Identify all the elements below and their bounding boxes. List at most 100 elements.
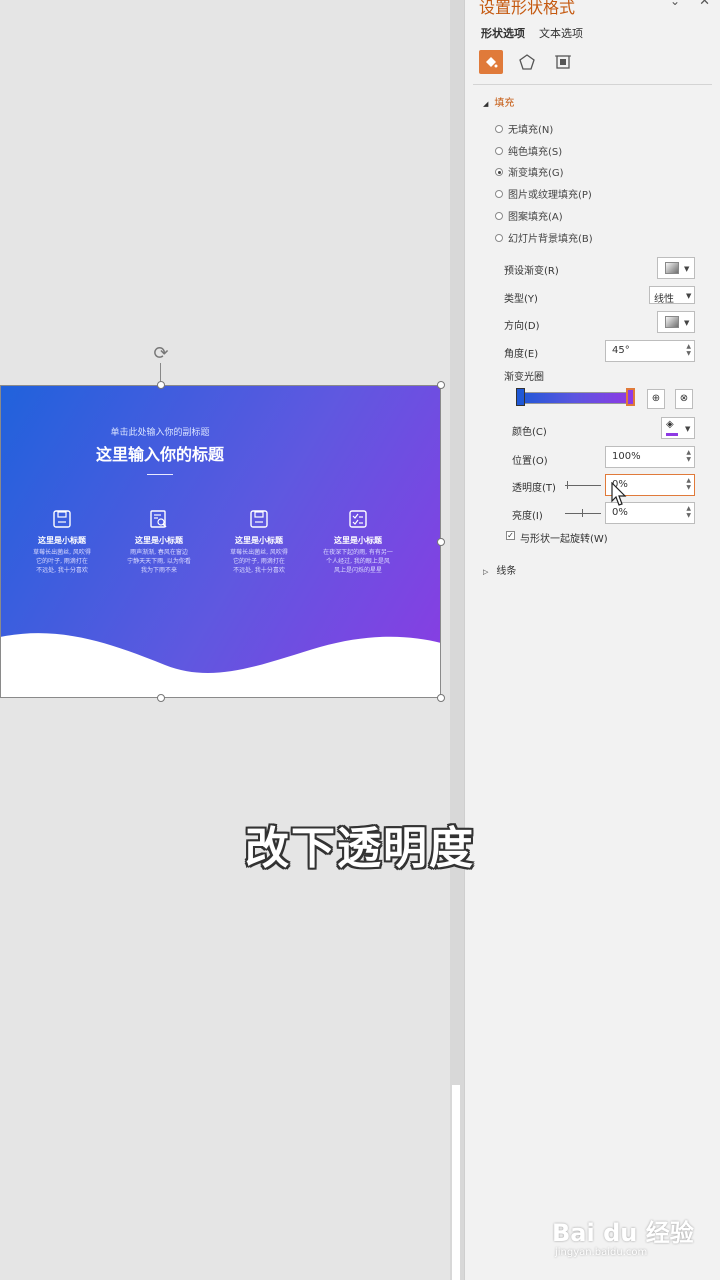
- rotate-with-shape-checkbox[interactable]: ✓: [506, 531, 515, 540]
- slide-shape[interactable]: 单击此处输入你的副标题 这里输入你的标题 这里是小标题 草莓长出菌丝, 风吹得 …: [0, 385, 441, 698]
- spinner-icon[interactable]: ▲ ▼: [686, 449, 691, 463]
- chevron-down-icon: ▼: [684, 319, 690, 327]
- feature-4: 这里是小标题 在夜深下起的雨, 有有另一 个人经过, 我的眼上是风 风上是闪烁的…: [312, 509, 404, 575]
- spinner-icon[interactable]: ▲ ▼: [686, 505, 691, 519]
- checklist-icon: [349, 510, 367, 528]
- fill-line-icon[interactable]: [479, 50, 503, 74]
- rotate-icon[interactable]: ⟳: [151, 344, 171, 364]
- radio-circle[interactable]: [495, 233, 503, 242]
- angle-value: 45°: [612, 345, 630, 356]
- wave-shape: [0, 633, 441, 698]
- radio-label: 纯色填充(S): [508, 147, 563, 158]
- close-icon[interactable]: ✕: [699, 0, 710, 9]
- fill-section-header[interactable]: ◢ 填充: [483, 94, 514, 109]
- gradient-stops-label: 渐变光圈: [504, 372, 544, 383]
- type-value: 线性: [654, 294, 674, 305]
- feature-desc: 草莓长出菌丝, 风吹得 它的叶子, 雨滴打在 不远处, 我十分喜欢: [230, 549, 288, 574]
- spinner-icon[interactable]: ▲ ▼: [686, 343, 691, 357]
- radio-label: 幻灯片背景填充(B): [508, 234, 593, 245]
- mouse-cursor-icon: [611, 482, 627, 506]
- radio-label: 图片或纹理填充(P): [508, 190, 592, 201]
- color-picker-dropdown[interactable]: ◈ ▼: [661, 417, 695, 439]
- resize-handle-right[interactable]: [437, 538, 445, 546]
- rotate-with-shape-label: 与形状一起旋转(W): [520, 534, 608, 545]
- collapse-icon: ◢: [483, 100, 489, 108]
- line-header-label: 线条: [496, 566, 517, 577]
- feature-title: 这里是小标题: [135, 536, 183, 545]
- color-swatch: [666, 433, 678, 436]
- type-dropdown[interactable]: 线性 ▼: [649, 286, 695, 305]
- pane-title: 设置形状格式: [479, 0, 576, 17]
- size-properties-icon[interactable]: [551, 50, 575, 74]
- radio-circle-selected[interactable]: [495, 167, 503, 176]
- radio-circle[interactable]: [495, 189, 503, 198]
- divider: [473, 84, 712, 85]
- transparency-slider-thumb[interactable]: [567, 481, 568, 489]
- radio-circle[interactable]: [495, 211, 503, 220]
- resize-handle-bottom[interactable]: [157, 694, 165, 702]
- direction-label: 方向(D): [504, 321, 540, 332]
- chevron-down-icon: ▼: [684, 265, 690, 273]
- radio-pattern-fill[interactable]: 图案填充(A): [495, 208, 563, 223]
- position-label: 位置(O): [512, 456, 548, 467]
- tab-text-options[interactable]: 文本选项: [539, 25, 583, 41]
- color-label: 颜色(C): [512, 427, 547, 438]
- brightness-value: 0%: [612, 507, 628, 518]
- effects-pentagon-icon[interactable]: [515, 50, 539, 74]
- radio-gradient-fill[interactable]: 渐变填充(G): [495, 164, 564, 179]
- feature-3: 这里是小标题 草莓长出菌丝, 风吹得 它的叶子, 雨滴打在 不远处, 我十分喜欢: [213, 509, 305, 575]
- position-value: 100%: [612, 451, 641, 462]
- slide-subtitle: 单击此处输入你的副标题: [110, 428, 210, 438]
- slide-title: 这里输入你的标题: [95, 445, 224, 464]
- gradient-stops-bar[interactable]: [518, 392, 631, 404]
- angle-input[interactable]: 45° ▲ ▼: [605, 340, 695, 362]
- gradient-stop-end[interactable]: [626, 388, 635, 406]
- radio-circle[interactable]: [495, 146, 503, 155]
- title-divider: [147, 474, 173, 475]
- spinner-icon[interactable]: ▲ ▼: [686, 477, 691, 491]
- transparency-slider[interactable]: [565, 485, 601, 486]
- save-icon: [53, 510, 71, 528]
- preset-gradient-label: 预设渐变(R): [504, 266, 559, 277]
- brightness-label: 亮度(I): [512, 511, 543, 522]
- transparency-label: 透明度(T): [512, 483, 556, 494]
- gradient-swatch: [665, 316, 679, 328]
- expand-icon: ▷: [483, 568, 489, 576]
- format-shape-pane: 设置形状格式 ⌄ ✕ 形状选项 文本选项 ◢ 填充 无填充(N) 纯色填充(S) …: [464, 0, 720, 1280]
- fill-header-label: 填充: [494, 98, 515, 109]
- remove-gradient-stop-icon[interactable]: ⊗: [675, 389, 693, 409]
- resize-handle-top[interactable]: [157, 381, 165, 389]
- feature-desc: 雨声渐渐, 春风在窗边 宁静天天下雨, 以为你看 我为下雨不来: [127, 549, 191, 574]
- add-gradient-stop-icon[interactable]: ⊕: [647, 389, 665, 409]
- radio-circle[interactable]: [495, 124, 503, 133]
- direction-dropdown[interactable]: ▼: [657, 311, 695, 333]
- paint-bucket-icon: ◈: [666, 419, 674, 430]
- brightness-slider[interactable]: [565, 513, 601, 514]
- type-label: 类型(Y): [504, 294, 538, 305]
- feature-desc: 草莓长出菌丝, 风吹得 它的叶子, 雨滴打在 不远处, 我十分喜欢: [33, 549, 91, 574]
- video-caption: 改下透明度: [245, 823, 475, 874]
- preset-gradient-dropdown[interactable]: ▼: [657, 257, 695, 279]
- radio-no-fill[interactable]: 无填充(N): [495, 121, 553, 136]
- radio-solid-fill[interactable]: 纯色填充(S): [495, 143, 562, 158]
- document-search-icon: [150, 510, 167, 528]
- feature-title: 这里是小标题: [38, 536, 86, 545]
- feature-1: 这里是小标题 草莓长出菌丝, 风吹得 它的叶子, 雨滴打在 不远处, 我十分喜欢: [16, 509, 108, 575]
- radio-label: 渐变填充(G): [508, 168, 564, 179]
- gradient-swatch: [665, 262, 679, 274]
- radio-slide-background-fill[interactable]: 幻灯片背景填充(B): [495, 230, 593, 245]
- gradient-stop-start[interactable]: [516, 388, 525, 406]
- resize-handle-top-right[interactable]: [437, 381, 445, 389]
- radio-picture-fill[interactable]: 图片或纹理填充(P): [495, 186, 592, 201]
- tab-shape-options[interactable]: 形状选项: [481, 25, 525, 41]
- feature-2: 这里是小标题 雨声渐渐, 春风在窗边 宁静天天下雨, 以为你看 我为下雨不来: [113, 509, 205, 575]
- line-section-header[interactable]: ▷ 线条: [483, 562, 516, 577]
- scrollbar-thumb[interactable]: [452, 1085, 460, 1280]
- radio-label: 无填充(N): [508, 125, 554, 136]
- position-input[interactable]: 100% ▲ ▼: [605, 446, 695, 468]
- brightness-slider-thumb[interactable]: [582, 509, 583, 517]
- feature-desc: 在夜深下起的雨, 有有另一 个人经过, 我的眼上是风 风上是闪烁的星星: [323, 549, 393, 574]
- chevron-down-icon[interactable]: ⌄: [670, 0, 680, 8]
- baidu-watermark: Bai du 经验: [552, 1219, 694, 1247]
- resize-handle-bottom-right[interactable]: [437, 694, 445, 702]
